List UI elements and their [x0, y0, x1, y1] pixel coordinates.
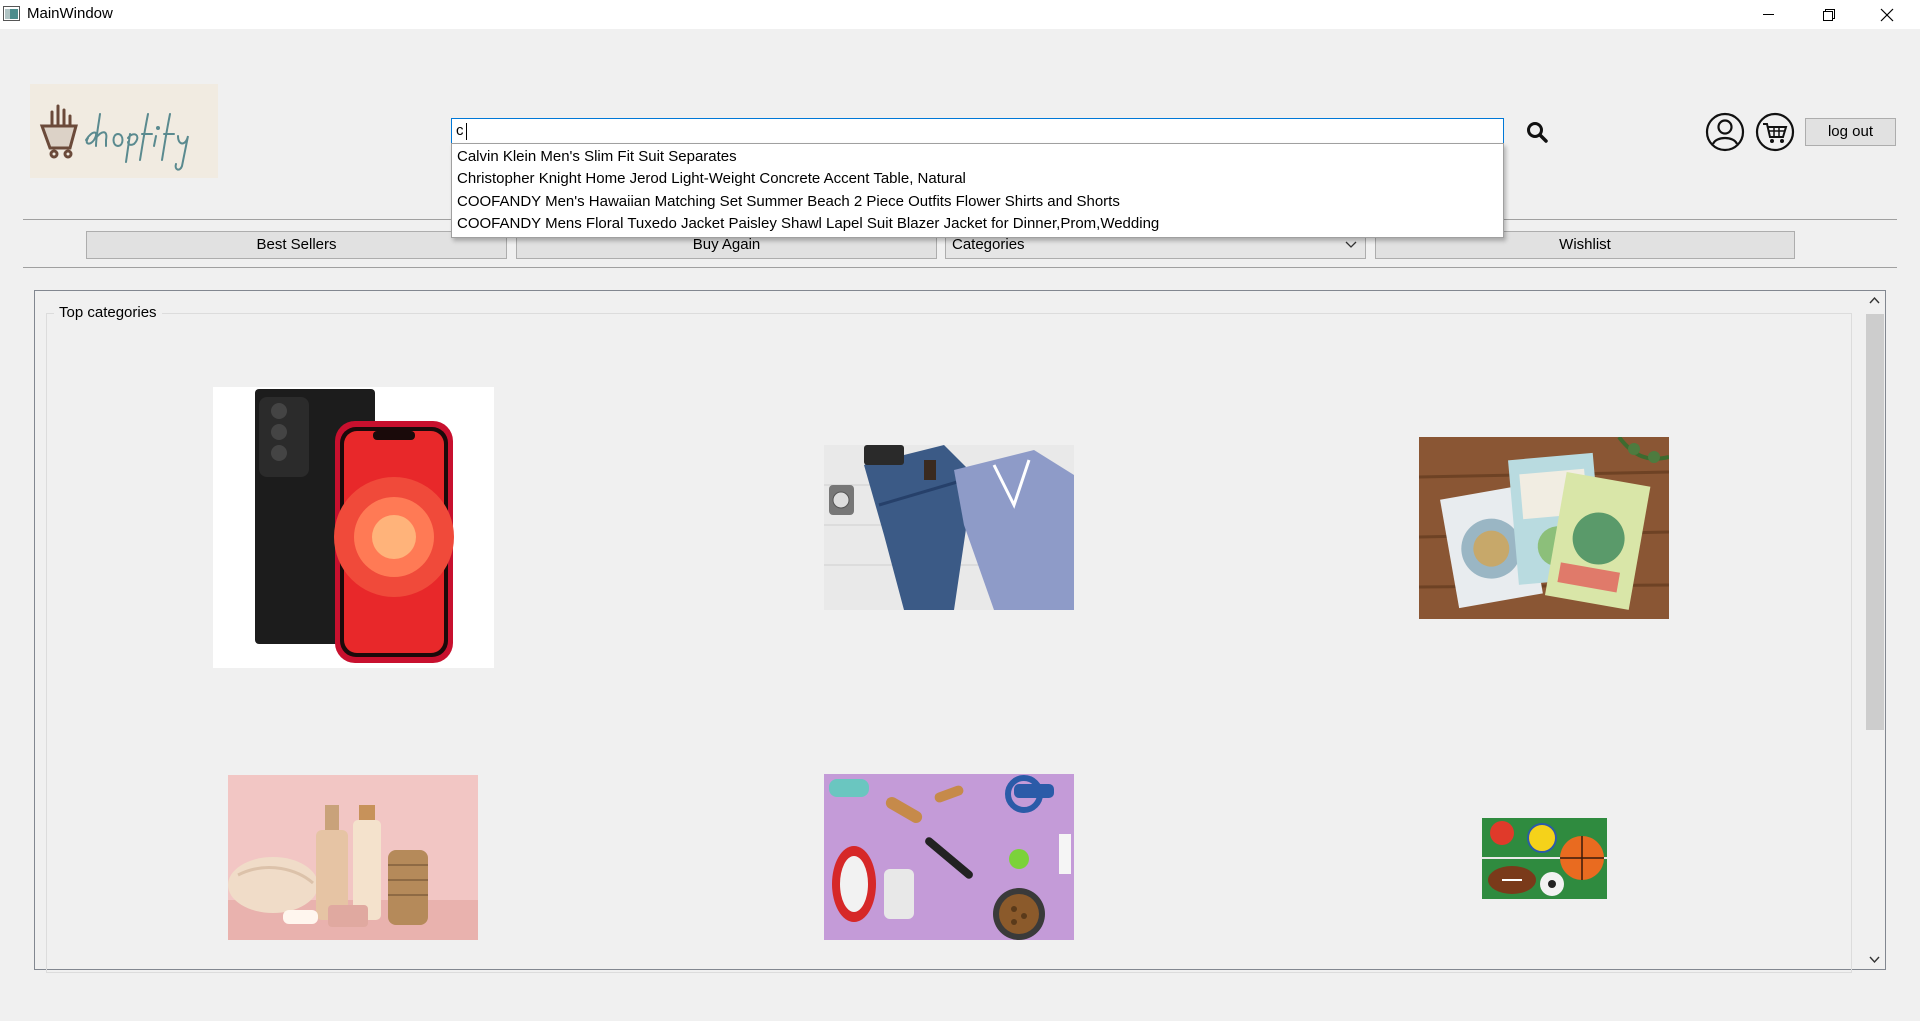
window-title: MainWindow	[27, 5, 113, 22]
suggestion-item[interactable]: Calvin Klein Men's Slim Fit Suit Separat…	[457, 148, 737, 165]
logout-button[interactable]: log out	[1805, 118, 1896, 146]
shopping-basket-logo-icon	[39, 104, 189, 171]
search-input-value: c	[456, 122, 464, 139]
nav-divider	[23, 267, 1897, 268]
scroll-up-button[interactable]	[1864, 291, 1885, 311]
category-books[interactable]	[1419, 437, 1669, 619]
chevron-down-icon	[1869, 956, 1880, 964]
shopping-cart-icon	[1755, 112, 1795, 152]
scroll-thumb[interactable]	[1866, 314, 1884, 730]
suggestion-item[interactable]: Christopher Knight Home Jerod Light-Weig…	[457, 170, 966, 187]
search-suggestions-list: Calvin Klein Men's Slim Fit Suit Separat…	[451, 143, 1504, 238]
suggestion-item[interactable]: COOFANDY Mens Floral Tuxedo Jacket Paisl…	[457, 215, 1159, 232]
account-button[interactable]	[1704, 111, 1746, 153]
text-caret	[466, 123, 467, 140]
best-sellers-button[interactable]: Best Sellers	[86, 231, 507, 259]
title-bar: MainWindow	[0, 0, 1920, 29]
pet-supplies-image	[824, 774, 1074, 940]
category-clothing[interactable]	[824, 445, 1074, 610]
vertical-scrollbar[interactable]	[1864, 291, 1885, 969]
category-beauty[interactable]	[228, 775, 478, 940]
books-image	[1419, 437, 1669, 619]
chevron-down-icon	[1345, 241, 1357, 248]
restore-button[interactable]	[1800, 0, 1858, 29]
search-icon	[1527, 122, 1548, 143]
cart-button[interactable]	[1754, 111, 1796, 153]
categories-dropdown-label: Categories	[952, 236, 1025, 253]
minimize-button[interactable]	[1740, 0, 1798, 29]
category-sports[interactable]	[1482, 818, 1607, 899]
clothing-image	[824, 445, 1074, 610]
category-pet-supplies[interactable]	[824, 774, 1074, 940]
sports-balls-image	[1482, 818, 1607, 899]
chevron-up-icon	[1869, 296, 1880, 304]
user-icon	[1705, 112, 1745, 152]
shopify-logo	[30, 84, 218, 178]
close-button[interactable]	[1858, 0, 1916, 29]
search-button[interactable]	[1520, 117, 1554, 147]
search-input[interactable]: c	[451, 118, 1504, 144]
smartphone-image	[255, 389, 454, 663]
restore-icon	[1823, 9, 1835, 21]
close-icon	[1880, 8, 1894, 22]
top-categories-title: Top categories	[54, 304, 162, 321]
suggestion-item[interactable]: COOFANDY Men's Hawaiian Matching Set Sum…	[457, 193, 1120, 210]
beauty-products-image	[228, 775, 478, 940]
category-smartphones[interactable]	[213, 387, 494, 668]
scroll-down-button[interactable]	[1864, 949, 1885, 969]
minimize-icon	[1763, 14, 1774, 15]
app-icon	[3, 6, 20, 21]
